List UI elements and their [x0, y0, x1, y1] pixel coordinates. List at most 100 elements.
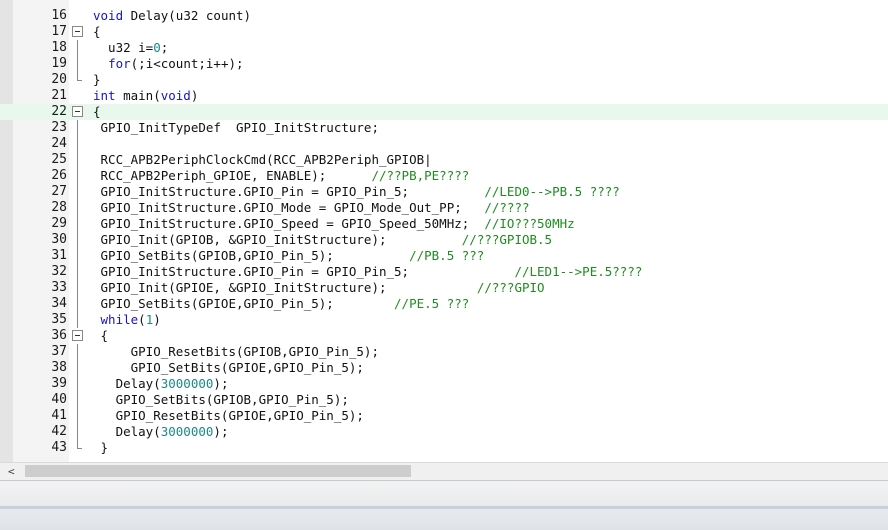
- code-line[interactable]: 38 GPIO_SetBits(GPIOE,GPIO_Pin_5);: [0, 360, 888, 376]
- code-line[interactable]: 34 GPIO_SetBits(GPIOE,GPIO_Pin_5); //PE.…: [0, 296, 888, 312]
- fold-line: [72, 120, 83, 136]
- code-text[interactable]: GPIO_ResetBits(GPIOE,GPIO_Pin_5);: [93, 408, 364, 424]
- code-line[interactable]: 19 for(;i<count;i++);: [0, 56, 888, 72]
- line-number: 27: [51, 184, 67, 199]
- code-token: (: [138, 312, 146, 327]
- comment-token: //??PB,PE????: [371, 168, 470, 183]
- fold-collapse-icon[interactable]: [72, 104, 83, 120]
- code-token: GPIO_Init(GPIOE, &GPIO_InitStructure);: [93, 280, 477, 295]
- horizontal-scrollbar[interactable]: <: [0, 462, 888, 480]
- scroll-left-arrow-icon[interactable]: <: [8, 465, 20, 478]
- code-text[interactable]: GPIO_InitTypeDef GPIO_InitStructure;: [93, 120, 379, 136]
- code-line[interactable]: 28 GPIO_InitStructure.GPIO_Mode = GPIO_M…: [0, 200, 888, 216]
- line-number: 28: [51, 200, 67, 215]
- code-text[interactable]: GPIO_InitStructure.GPIO_Pin = GPIO_Pin_5…: [93, 184, 620, 200]
- line-number: 24: [51, 136, 67, 151]
- code-line[interactable]: 27 GPIO_InitStructure.GPIO_Pin = GPIO_Pi…: [0, 184, 888, 200]
- code-line[interactable]: 26 RCC_APB2Periph_GPIOE, ENABLE); //??PB…: [0, 168, 888, 184]
- comment-token: //????: [484, 200, 530, 215]
- code-text[interactable]: int main(void): [93, 88, 198, 104]
- code-line[interactable]: 18 u32 i=0;: [0, 40, 888, 56]
- code-line[interactable]: 33 GPIO_Init(GPIOE, &GPIO_InitStructure)…: [0, 280, 888, 296]
- code-token: Delay(u32 count): [123, 8, 252, 23]
- code-line[interactable]: 42 Delay(3000000);: [0, 424, 888, 440]
- code-text[interactable]: GPIO_Init(GPIOB, &GPIO_InitStructure); /…: [93, 232, 553, 248]
- code-text[interactable]: RCC_APB2PeriphClockCmd(RCC_APB2Periph_GP…: [93, 152, 432, 168]
- comment-token: //LED1-->PE.5????: [514, 264, 643, 279]
- code-text[interactable]: while(1): [93, 312, 161, 328]
- line-number: 32: [51, 264, 67, 279]
- keyword-token: for: [108, 56, 131, 71]
- code-text[interactable]: }: [93, 72, 101, 88]
- fold-line: [72, 248, 83, 264]
- code-token: GPIO_ResetBits(GPIOB,GPIO_Pin_5);: [93, 344, 379, 359]
- comment-token: //PB.5 ???: [409, 248, 485, 263]
- code-text[interactable]: }: [93, 440, 109, 456]
- fold-line: [72, 360, 83, 376]
- code-text[interactable]: GPIO_SetBits(GPIOB,GPIO_Pin_5); //PB.5 ?…: [93, 248, 485, 264]
- code-token: }: [93, 440, 109, 455]
- code-token: Delay(: [93, 376, 161, 391]
- code-text[interactable]: GPIO_Init(GPIOE, &GPIO_InitStructure); /…: [93, 280, 545, 296]
- code-text[interactable]: GPIO_SetBits(GPIOB,GPIO_Pin_5);: [93, 392, 349, 408]
- code-line[interactable]: 40 GPIO_SetBits(GPIOB,GPIO_Pin_5);: [0, 392, 888, 408]
- fold-end-icon: [72, 440, 83, 456]
- fold-end-icon: [72, 72, 83, 88]
- code-line[interactable]: 16 void Delay(u32 count): [0, 8, 888, 24]
- code-text[interactable]: {: [93, 328, 109, 344]
- code-token: GPIO_InitTypeDef GPIO_InitStructure;: [93, 120, 379, 135]
- code-line-current[interactable]: 22 {: [0, 104, 888, 120]
- code-token: GPIO_InitStructure.GPIO_Pin = GPIO_Pin_5…: [93, 264, 515, 279]
- code-token: }: [93, 72, 101, 87]
- fold-collapse-icon[interactable]: [72, 24, 83, 40]
- fold-line: [72, 200, 83, 216]
- code-text[interactable]: GPIO_InitStructure.GPIO_Pin = GPIO_Pin_5…: [93, 264, 643, 280]
- code-editor[interactable]: 16 void Delay(u32 count) 17 {18 u32 i=0; 19 …: [0, 0, 888, 462]
- code-text[interactable]: for(;i<count;i++);: [93, 56, 243, 72]
- line-number: 19: [51, 56, 67, 71]
- code-line[interactable]: 32 GPIO_InitStructure.GPIO_Pin = GPIO_Pi…: [0, 264, 888, 280]
- code-text[interactable]: GPIO_SetBits(GPIOE,GPIO_Pin_5); //PE.5 ?…: [93, 296, 470, 312]
- code-line[interactable]: 31 GPIO_SetBits(GPIOB,GPIO_Pin_5); //PB.…: [0, 248, 888, 264]
- code-line[interactable]: 25 RCC_APB2PeriphClockCmd(RCC_APB2Periph…: [0, 152, 888, 168]
- code-line[interactable]: 43 }: [0, 440, 888, 456]
- code-text[interactable]: Delay(3000000);: [93, 376, 229, 392]
- code-line[interactable]: 39 Delay(3000000);: [0, 376, 888, 392]
- fold-line: [72, 408, 83, 424]
- code-text[interactable]: GPIO_InitStructure.GPIO_Mode = GPIO_Mode…: [93, 200, 530, 216]
- code-text[interactable]: {: [93, 24, 101, 40]
- code-token: GPIO_SetBits(GPIOB,GPIO_Pin_5);: [93, 248, 410, 263]
- code-text[interactable]: GPIO_SetBits(GPIOE,GPIO_Pin_5);: [93, 360, 364, 376]
- code-line[interactable]: 17 {: [0, 24, 888, 40]
- code-token: ): [190, 88, 199, 103]
- code-token: );: [213, 424, 229, 439]
- code-text[interactable]: GPIO_ResetBits(GPIOB,GPIO_Pin_5);: [93, 344, 379, 360]
- code-line[interactable]: 20}: [0, 72, 888, 88]
- number-token: 3000000: [160, 376, 214, 391]
- code-line[interactable]: 24: [0, 136, 888, 152]
- code-text[interactable]: GPIO_InitStructure.GPIO_Speed = GPIO_Spe…: [93, 216, 575, 232]
- code-line[interactable]: 23 GPIO_InitTypeDef GPIO_InitStructure;: [0, 120, 888, 136]
- code-line[interactable]: 35 while(1): [0, 312, 888, 328]
- fold-collapse-icon[interactable]: [72, 328, 83, 344]
- comment-token: //IO???50MHz: [484, 216, 575, 231]
- code-line[interactable]: 29 GPIO_InitStructure.GPIO_Speed = GPIO_…: [0, 216, 888, 232]
- code-token: GPIO_SetBits(GPIOE,GPIO_Pin_5);: [93, 296, 395, 311]
- comment-token: //LED0-->PB.5 ????: [484, 184, 620, 199]
- fold-line: [72, 56, 83, 72]
- code-token: ): [153, 312, 161, 327]
- code-text[interactable]: {: [93, 104, 101, 120]
- code-text[interactable]: Delay(3000000);: [93, 424, 229, 440]
- code-line[interactable]: 36 {: [0, 328, 888, 344]
- code-line[interactable]: 41 GPIO_ResetBits(GPIOE,GPIO_Pin_5);: [0, 408, 888, 424]
- code-text[interactable]: RCC_APB2Periph_GPIOE, ENABLE); //??PB,PE…: [93, 168, 470, 184]
- comment-token: //???GPIOB.5: [461, 232, 553, 247]
- code-line[interactable]: 21 int main(void): [0, 88, 888, 104]
- scrollbar-thumb[interactable]: [25, 465, 411, 477]
- code-text[interactable]: void Delay(u32 count): [93, 8, 251, 24]
- code-line[interactable]: 30 GPIO_Init(GPIOB, &GPIO_InitStructure)…: [0, 232, 888, 248]
- code-line[interactable]: 37 GPIO_ResetBits(GPIOB,GPIO_Pin_5);: [0, 344, 888, 360]
- code-text[interactable]: u32 i=0;: [93, 40, 168, 56]
- line-number: 43: [51, 440, 67, 455]
